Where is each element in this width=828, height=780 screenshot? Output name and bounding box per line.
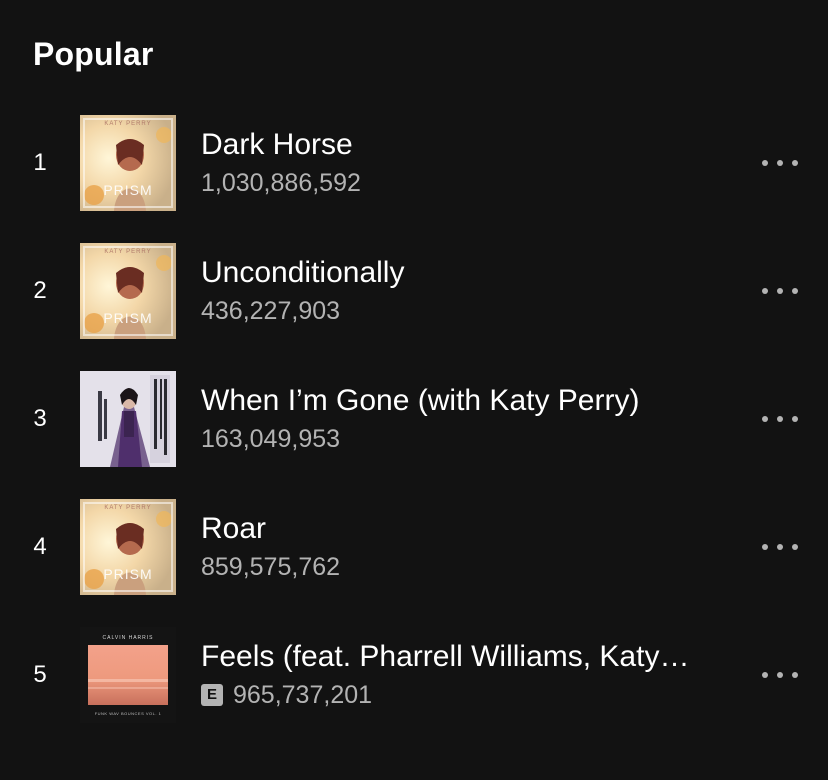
track-title[interactable]: Dark Horse [201, 125, 721, 165]
album-cover-funk-wav: CALVIN HARRIS FUNK WAV BOUNCES VOL. 1 [80, 627, 176, 723]
track-number: 2 [33, 277, 47, 304]
play-count: 163,049,953 [201, 425, 341, 453]
track-info: Feels (feat. Pharrell Williams, Katy… E … [201, 637, 741, 713]
more-options-icon [762, 672, 768, 678]
explicit-badge: E [201, 684, 223, 706]
track-row[interactable]: 4 KATY PERRY PRISM Roar 859,575,762 [0, 499, 828, 627]
play-count: 859,575,762 [201, 553, 341, 581]
more-options-icon-dot [792, 416, 798, 422]
more-options-icon [762, 160, 768, 166]
track-info: When I’m Gone (with Katy Perry) 163,049,… [201, 381, 741, 457]
track-meta: 163,049,953 [201, 421, 741, 457]
track-meta: 1,030,886,592 [201, 165, 741, 201]
more-options-icon-dot [777, 544, 783, 550]
track-row[interactable]: 1 KATY PERRY PRISM Dark Horse 1,030,886,… [0, 115, 828, 243]
track-meta: 859,575,762 [201, 549, 741, 585]
play-count: 436,227,903 [201, 297, 341, 325]
track-info: Roar 859,575,762 [201, 509, 741, 585]
track-number: 4 [33, 533, 47, 560]
track-title[interactable]: When I’m Gone (with Katy Perry) [201, 381, 721, 421]
more-options-icon-dot [777, 160, 783, 166]
track-number: 3 [33, 405, 47, 432]
more-options-icon [762, 288, 768, 294]
more-options-icon [762, 416, 768, 422]
track-number: 1 [33, 149, 47, 176]
album-cover-when-im-gone [80, 371, 176, 467]
album-cover-prism: KATY PERRY PRISM [80, 499, 176, 595]
track-info: Dark Horse 1,030,886,592 [201, 125, 741, 201]
track-title[interactable]: Unconditionally [201, 253, 721, 293]
play-count: 965,737,201 [233, 681, 373, 709]
more-options-icon-dot [792, 544, 798, 550]
cover-artist-text: KATY PERRY [104, 121, 151, 127]
album-cover-prism: KATY PERRY PRISM [80, 115, 176, 211]
more-options-icon-dot [792, 160, 798, 166]
popular-track-list: 1 KATY PERRY PRISM Dark Horse 1,030,886,… [0, 115, 828, 755]
track-meta: E 965,737,201 [201, 677, 741, 713]
cover-album-text: PRISM [103, 566, 152, 582]
track-meta: 436,227,903 [201, 293, 741, 329]
more-options-button[interactable] [756, 401, 804, 437]
track-title[interactable]: Feels (feat. Pharrell Williams, Katy… [201, 637, 721, 677]
play-count: 1,030,886,592 [201, 169, 361, 197]
more-options-button[interactable] [756, 145, 804, 181]
track-row[interactable]: 5 CALVIN HARRIS FUNK WAV BOUNCES VOL. 1 [0, 627, 828, 755]
track-info: Unconditionally 436,227,903 [201, 253, 741, 329]
cover-artist-text: KATY PERRY [104, 249, 151, 255]
more-options-button[interactable] [756, 273, 804, 309]
cover-album-text: FUNK WAV BOUNCES VOL. 1 [95, 711, 162, 716]
more-options-icon-dot [777, 288, 783, 294]
album-cover-prism: KATY PERRY PRISM [80, 243, 176, 339]
track-number: 5 [33, 661, 47, 688]
cover-album-text: PRISM [103, 182, 152, 198]
more-options-icon [762, 544, 768, 550]
more-options-icon-dot [792, 288, 798, 294]
track-row[interactable]: 3 When I’m Gone (with Katy Perry) 163,04… [0, 371, 828, 499]
section-title: Popular [33, 36, 154, 72]
cover-artist-text: KATY PERRY [104, 505, 151, 511]
cover-album-text: PRISM [103, 310, 152, 326]
more-options-button[interactable] [756, 657, 804, 693]
more-options-icon-dot [792, 672, 798, 678]
cover-artist-text: CALVIN HARRIS [103, 635, 154, 641]
more-options-button[interactable] [756, 529, 804, 565]
track-row[interactable]: 2 KATY PERRY PRISM Unconditionally 436,2… [0, 243, 828, 371]
more-options-icon-dot [777, 416, 783, 422]
more-options-icon-dot [777, 672, 783, 678]
track-title[interactable]: Roar [201, 509, 721, 549]
